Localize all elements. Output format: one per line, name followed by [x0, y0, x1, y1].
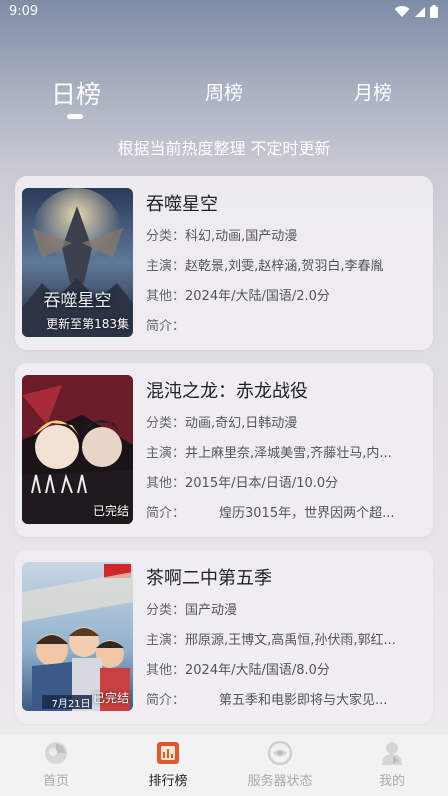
- episode-badge: 更新至第183集: [46, 317, 129, 331]
- intro-label: 简介：: [146, 506, 186, 521]
- cast-value: 邢原源,王博文,高禹恒,孙伏雨,郭红...: [185, 633, 396, 648]
- nav-home-label: 首页: [42, 774, 69, 789]
- intro-value: 煌历3015年，世界因两个超...: [219, 506, 395, 521]
- poster-image: 已完结: [22, 375, 133, 524]
- status-time: 9:09: [9, 4, 39, 19]
- intro-label: 简介：: [146, 693, 186, 708]
- cast-label: 主演：: [146, 259, 186, 274]
- other-line: 其他：2015年/日本/日语/10.0分: [146, 472, 424, 491]
- category-line: 分类：国产动漫: [146, 599, 424, 618]
- battery-icon: [430, 5, 438, 18]
- cast-line: 主演：井上麻里奈,泽城美雪,齐藤壮马,内...: [146, 442, 424, 461]
- other-line: 其他：2024年/大陆/国语/8.0分: [146, 659, 424, 678]
- active-tab-indicator: [67, 114, 83, 119]
- ranking-card[interactable]: 7月21日 已完结 茶啊二中第五季 分类：国产动漫 主演：邢原源,王博文,高禹恒…: [15, 550, 433, 724]
- intro-value: 第五季和电影即将与大家见...: [219, 693, 388, 708]
- category-value: 动画,奇幻,日韩动漫: [185, 416, 298, 431]
- cast-line: 主演：赵乾景,刘雯,赵梓涵,贺羽白,李春胤: [146, 255, 424, 274]
- profile-icon: [382, 742, 402, 765]
- status-icons: [394, 5, 438, 18]
- home-icon: [45, 742, 67, 764]
- nav-server-status[interactable]: 服务器状态: [224, 740, 336, 789]
- cast-value: 井上麻里奈,泽城美雪,齐藤壮马,内...: [185, 446, 392, 461]
- other-value: 2015年/日本/日语/10.0分: [185, 476, 339, 491]
- status-badge: 已完结: [92, 691, 129, 705]
- cast-label: 主演：: [146, 446, 186, 461]
- category-line: 分类：科幻,动画,国产动漫: [146, 225, 424, 244]
- server-status-icon: [267, 740, 293, 766]
- nav-home[interactable]: 首页: [0, 740, 112, 789]
- ranking-tabs: 日榜 周榜 月榜: [0, 78, 448, 118]
- ranking-card[interactable]: 吞噬星空 更新至第183集 吞噬星空 分类：科幻,动画,国产动漫 主演：赵乾景,…: [15, 176, 433, 350]
- status-badge: 已完结: [92, 504, 129, 518]
- wifi-icon: [394, 5, 410, 17]
- nav-ranking-label: 排行榜: [148, 774, 188, 789]
- intro-line: 简介： 煌历3015年，世界因两个超...: [146, 502, 424, 521]
- update-note: 根据当前热度整理 不定时更新: [117, 139, 331, 158]
- nav-profile[interactable]: 我的: [336, 740, 448, 789]
- category-label: 分类：: [146, 229, 186, 244]
- cellular-signal-icon: [415, 6, 425, 17]
- tab-weekly[interactable]: 周榜: [203, 78, 245, 105]
- other-label: 其他：: [146, 663, 186, 678]
- other-label: 其他：: [146, 476, 186, 491]
- cast-line: 主演：邢原源,王博文,高禹恒,孙伏雨,郭红...: [146, 629, 424, 648]
- other-label: 其他：: [146, 289, 186, 304]
- intro-line: 简介：: [146, 315, 424, 334]
- intro-label: 简介：: [146, 319, 186, 334]
- ranking-icon: [157, 742, 179, 764]
- nav-server-status-label: 服务器状态: [247, 774, 313, 789]
- poster-title-text: 吞噬星空: [43, 291, 112, 311]
- tab-monthly[interactable]: 月榜: [352, 78, 394, 105]
- tab-daily[interactable]: 日榜: [50, 75, 102, 111]
- other-value: 2024年/大陆/国语/8.0分: [185, 663, 330, 678]
- category-value: 国产动漫: [185, 603, 238, 618]
- category-label: 分类：: [146, 603, 186, 618]
- cast-value: 赵乾景,刘雯,赵梓涵,贺羽白,李春胤: [185, 259, 384, 274]
- nav-profile-label: 我的: [378, 774, 405, 789]
- poster-date-text: 7月21日: [51, 699, 91, 710]
- status-bar: 9:09: [0, 0, 448, 26]
- show-title: 混沌之龙：赤龙战役: [146, 381, 308, 402]
- show-title: 茶啊二中第五季: [146, 568, 272, 589]
- category-value: 科幻,动画,国产动漫: [185, 229, 298, 244]
- cast-label: 主演：: [146, 633, 186, 648]
- category-line: 分类：动画,奇幻,日韩动漫: [146, 412, 424, 431]
- category-label: 分类：: [146, 416, 186, 431]
- intro-line: 简介： 第五季和电影即将与大家见...: [146, 689, 424, 708]
- ranking-card[interactable]: 已完结 混沌之龙：赤龙战役 分类：动画,奇幻,日韩动漫 主演：井上麻里奈,泽城美…: [15, 363, 433, 537]
- other-line: 其他：2024年/大陆/国语/2.0分: [146, 285, 424, 304]
- poster-image: 7月21日 已完结: [22, 562, 133, 711]
- show-title: 吞噬星空: [146, 194, 218, 215]
- nav-ranking[interactable]: 排行榜: [112, 740, 224, 789]
- bottom-navigation: 首页 排行榜 服务器状态 我的: [0, 733, 448, 796]
- poster-image: 吞噬星空 更新至第183集: [22, 188, 133, 337]
- other-value: 2024年/大陆/国语/2.0分: [185, 289, 330, 304]
